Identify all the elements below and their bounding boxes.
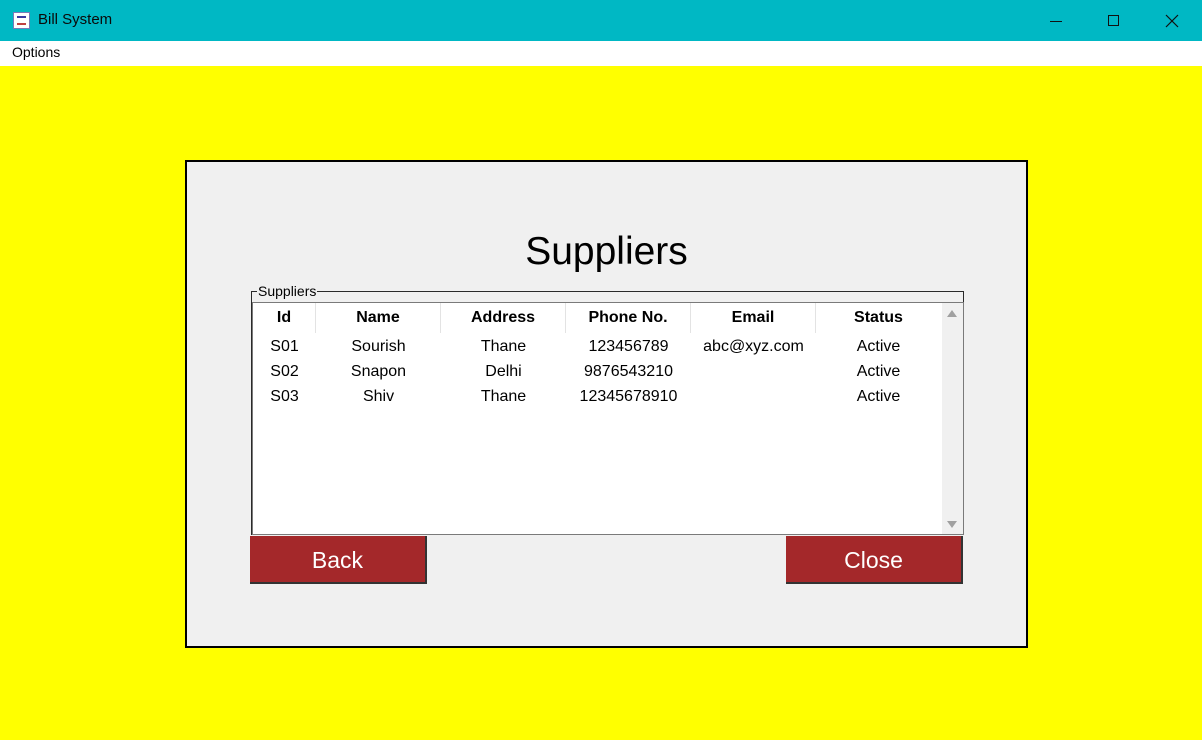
vertical-scrollbar[interactable] [942, 303, 963, 534]
column-header-status[interactable]: Status [816, 303, 941, 333]
maximize-button[interactable] [1085, 0, 1143, 41]
cell-status: Active [856, 363, 901, 380]
cell-email [691, 384, 816, 409]
minimize-icon [1050, 21, 1062, 22]
cell-address: Delhi [485, 363, 522, 380]
cell-address: Thane [480, 388, 527, 405]
cell-address: Thane [480, 338, 527, 355]
title-bar: Bill System [0, 0, 1202, 41]
close-button[interactable]: Close [786, 536, 963, 584]
suppliers-panel: Suppliers Suppliers Id Name Address Phon… [185, 160, 1028, 648]
menu-options[interactable]: Options [12, 44, 60, 60]
column-header-id[interactable]: Id [253, 303, 316, 333]
table-header: Id Name Address Phone No. Email Status [253, 303, 941, 333]
cell-status: Active [856, 388, 901, 405]
table-row[interactable]: S03 Shiv Thane 12345678910 Active [253, 384, 941, 409]
close-window-button[interactable] [1143, 0, 1201, 41]
table-row[interactable]: S01 Sourish Thane 123456789 abc@xyz.com … [253, 334, 941, 359]
suppliers-table[interactable]: Id Name Address Phone No. Email Status S… [252, 302, 964, 535]
suppliers-group-label: Suppliers [257, 283, 318, 299]
close-icon [1165, 14, 1179, 28]
window-title: Bill System [38, 11, 113, 28]
cell-phone: 123456789 [588, 338, 669, 355]
page-title: Suppliers [525, 230, 688, 273]
minimize-button[interactable] [1027, 0, 1085, 41]
cell-phone: 12345678910 [579, 388, 678, 405]
cell-id: S01 [270, 338, 299, 355]
back-button[interactable]: Back [250, 536, 427, 584]
cell-name: Sourish [351, 338, 406, 355]
column-header-email[interactable]: Email [691, 303, 816, 333]
cell-id: S03 [270, 388, 299, 405]
cell-id: S02 [270, 363, 299, 380]
app-icon[interactable] [13, 12, 30, 29]
scroll-up-arrow-icon[interactable] [947, 310, 957, 317]
scroll-down-arrow-icon[interactable] [947, 521, 957, 528]
column-header-address[interactable]: Address [441, 303, 566, 333]
column-header-name[interactable]: Name [316, 303, 441, 333]
cell-phone: 9876543210 [584, 363, 673, 380]
column-header-phone[interactable]: Phone No. [566, 303, 691, 333]
cell-name: Shiv [362, 388, 395, 405]
cell-name: Snapon [350, 363, 407, 380]
maximize-icon [1108, 15, 1119, 26]
cell-email [691, 359, 816, 384]
cell-status: Active [856, 338, 901, 355]
table-row[interactable]: S02 Snapon Delhi 9876543210 Active [253, 359, 941, 384]
menu-bar [0, 41, 1202, 66]
cell-email: abc@xyz.com [703, 338, 804, 355]
